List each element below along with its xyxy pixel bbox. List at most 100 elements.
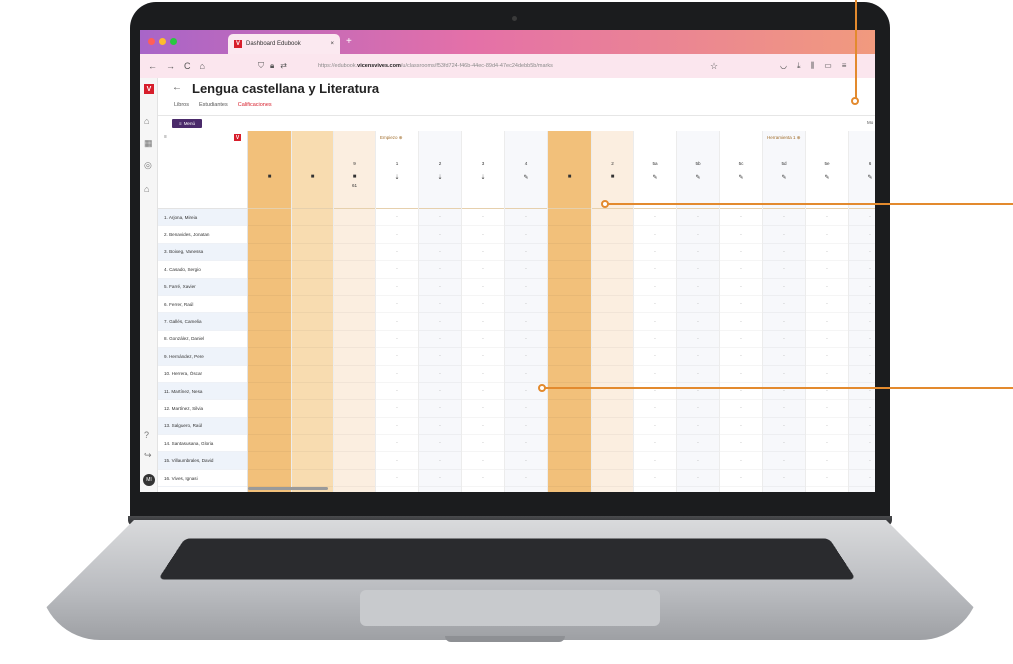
grade-cell[interactable]: -: [634, 209, 676, 227]
column-header[interactable]: ■: [548, 131, 591, 209]
grade-cell[interactable]: -: [720, 209, 762, 227]
column-header[interactable]: 5e ✎: [806, 131, 848, 209]
grade-cell[interactable]: -: [505, 296, 547, 314]
grade-cell[interactable]: -: [462, 261, 504, 279]
grade-cell[interactable]: -: [462, 244, 504, 262]
grade-cell[interactable]: -: [419, 366, 461, 383]
edit-icon[interactable]: ✎: [634, 174, 676, 181]
grade-cell[interactable]: -: [720, 261, 762, 279]
grade-cell[interactable]: -: [763, 313, 805, 331]
grade-cell[interactable]: -: [763, 435, 805, 453]
grade-cell[interactable]: -: [677, 313, 719, 331]
grade-cell[interactable]: -: [505, 366, 547, 383]
grade-cell[interactable]: -: [849, 383, 875, 401]
grade-cell[interactable]: -: [720, 313, 762, 331]
grade-cell[interactable]: -: [634, 383, 676, 401]
folder-icon[interactable]: ■: [592, 174, 633, 180]
home-icon[interactable]: ⌂: [144, 116, 149, 126]
grade-cell[interactable]: -: [806, 470, 848, 488]
grade-cell[interactable]: -: [677, 209, 719, 227]
grade-cell[interactable]: -: [677, 261, 719, 279]
grade-cell[interactable]: -: [634, 470, 676, 488]
grade-cell[interactable]: -: [462, 470, 504, 488]
grade-cell[interactable]: -: [720, 296, 762, 314]
minimize-window-button[interactable]: [159, 38, 166, 45]
grade-cell[interactable]: -: [634, 400, 676, 418]
grade-cell[interactable]: -: [505, 279, 547, 296]
folder-icon[interactable]: ⇣: [419, 174, 461, 181]
folder-icon[interactable]: ■: [548, 174, 591, 180]
help-icon[interactable]: ?: [144, 430, 149, 440]
grade-cell[interactable]: -: [462, 226, 504, 244]
grade-cell[interactable]: -: [419, 244, 461, 262]
student-name[interactable]: 13. Salguero, Raúl: [158, 417, 247, 436]
grade-cell[interactable]: -: [763, 470, 805, 488]
grade-cell[interactable]: -: [720, 244, 762, 262]
grade-cell[interactable]: -: [419, 313, 461, 331]
grade-cell[interactable]: -: [505, 244, 547, 262]
student-name[interactable]: 6. Ferrer, Raúl: [158, 296, 247, 314]
student-name[interactable]: 3. Boixeg, Vanessa: [158, 243, 247, 262]
grade-cell[interactable]: -: [849, 366, 875, 383]
grade-cell[interactable]: -: [462, 383, 504, 401]
grade-cell[interactable]: -: [849, 418, 875, 436]
grade-cell[interactable]: -: [419, 470, 461, 488]
student-name[interactable]: 8. González, Daniel: [158, 331, 247, 349]
grade-cell[interactable]: -: [806, 383, 848, 401]
grade-cell[interactable]: -: [677, 331, 719, 349]
grade-cell[interactable]: -: [634, 296, 676, 314]
student-name[interactable]: 2. Benavides, Jonatan: [158, 226, 247, 244]
student-name[interactable]: 5. Farré, Xavier: [158, 278, 247, 296]
grade-cell[interactable]: -: [505, 348, 547, 366]
sort-icon[interactable]: ≡: [164, 134, 167, 140]
column-header[interactable]: 2 ⇣: [419, 131, 461, 209]
column-header[interactable]: 3 ⇣: [462, 131, 504, 209]
grade-cell[interactable]: -: [462, 296, 504, 314]
grade-cell[interactable]: -: [677, 226, 719, 244]
group-header[interactable]: Empiezo ⊕: [380, 135, 403, 141]
grade-cell[interactable]: -: [634, 452, 676, 470]
grade-cell[interactable]: -: [677, 244, 719, 262]
student-name[interactable]: 12. Martínez, Silvia: [158, 400, 247, 418]
grade-cell[interactable]: -: [806, 296, 848, 314]
library-icon[interactable]: ⫼: [811, 61, 815, 71]
bookmark-star-icon[interactable]: ☆: [710, 61, 718, 72]
grade-cell[interactable]: -: [376, 261, 418, 279]
student-name[interactable]: 15. Villaumbrales, David: [158, 452, 247, 470]
grade-cell[interactable]: -: [677, 452, 719, 470]
grade-cell[interactable]: -: [720, 452, 762, 470]
grade-cell[interactable]: -: [462, 400, 504, 418]
grade-cell[interactable]: -: [376, 470, 418, 488]
grade-cell[interactable]: -: [634, 348, 676, 366]
grade-cell[interactable]: -: [720, 331, 762, 349]
grade-cell[interactable]: -: [806, 226, 848, 244]
grade-cell[interactable]: -: [763, 418, 805, 436]
grade-cell[interactable]: -: [634, 418, 676, 436]
grade-cell[interactable]: -: [376, 244, 418, 262]
grade-cell[interactable]: -: [849, 226, 875, 244]
grade-cell[interactable]: -: [419, 296, 461, 314]
back-button[interactable]: ←: [148, 61, 157, 71]
grade-cell[interactable]: -: [806, 366, 848, 383]
sidebar-icon[interactable]: ▭: [824, 61, 832, 71]
browser-tab[interactable]: V Dashboard Edubook ×: [228, 34, 340, 54]
folder-icon[interactable]: ■: [334, 174, 375, 180]
grade-cell[interactable]: -: [376, 331, 418, 349]
grade-cell[interactable]: -: [849, 435, 875, 453]
column-header[interactable]: 6 ✎: [849, 131, 875, 209]
grade-cell[interactable]: -: [376, 400, 418, 418]
grade-cell[interactable]: -: [634, 261, 676, 279]
grade-cell[interactable]: -: [419, 400, 461, 418]
home-button[interactable]: ⌂: [200, 61, 205, 71]
grade-cell[interactable]: -: [462, 435, 504, 453]
student-name[interactable]: 10. Herrera, Óscar: [158, 366, 247, 383]
grade-cell[interactable]: -: [849, 244, 875, 262]
forward-button[interactable]: →: [166, 61, 175, 71]
grade-cell[interactable]: -: [634, 313, 676, 331]
grade-cell[interactable]: -: [376, 313, 418, 331]
grade-cell[interactable]: -: [763, 244, 805, 262]
menu-button[interactable]: ≡ Menú: [172, 119, 202, 128]
grade-cell[interactable]: -: [376, 209, 418, 227]
grade-cell[interactable]: -: [677, 279, 719, 296]
library-icon[interactable]: ⌂: [144, 184, 149, 194]
